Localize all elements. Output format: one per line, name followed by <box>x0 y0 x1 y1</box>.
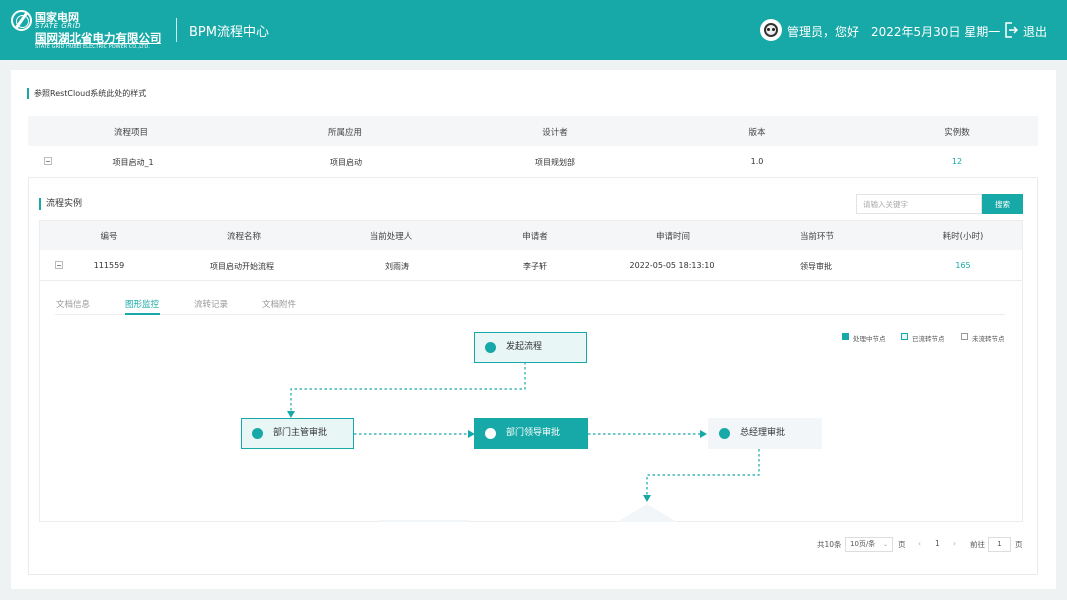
flow-node-start-label: 发起流程 <box>506 342 543 352</box>
process-item-cell: 项目启动_1 <box>112 158 154 167</box>
user-greeting: 管理员，您好 <box>787 25 860 39</box>
style-note: 参照RestCloud系统此处的样式 <box>27 88 146 99</box>
keyword-search-input[interactable] <box>856 194 982 214</box>
flow-node-dept-supervisor[interactable]: 部门主管审批 <box>241 418 354 449</box>
instance-stage-cell: 领导审批 <box>800 262 832 271</box>
process-table-header <box>28 116 1038 146</box>
flow-node-general-manager[interactable]: 总经理审批 <box>708 418 822 449</box>
instance-duration-link[interactable]: 165 <box>955 261 970 270</box>
page-size-select[interactable]: 10页/条 ⌄ <box>845 537 893 552</box>
pager-next-icon[interactable]: › <box>953 539 956 548</box>
stop-icon <box>252 428 263 439</box>
pager-prev-icon[interactable]: ‹ <box>918 539 921 548</box>
avatar-eye-right <box>772 28 775 31</box>
instance-process-name-cell: 项目启动开始流程 <box>210 262 274 271</box>
col-application: 所属应用 <box>327 128 363 138</box>
col-designer: 设计者 <box>542 128 568 138</box>
col-number: 编号 <box>100 232 118 242</box>
tab-graph-monitor[interactable]: 图形监控 <box>125 298 159 310</box>
logout-button[interactable]: 退出 <box>1023 23 1047 40</box>
instance-row-border <box>40 280 1022 281</box>
pager-page-word: 页 <box>898 540 906 549</box>
col-process-item: 流程项目 <box>113 128 149 138</box>
instance-applicant-cell: 李子轩 <box>523 262 547 271</box>
pager-current-page[interactable]: 1 <box>935 539 940 548</box>
active-tab-indicator <box>125 313 160 315</box>
instance-count-link[interactable]: 12 <box>952 157 962 166</box>
col-current-handler: 当前处理人 <box>369 232 413 242</box>
instances-title: 流程实例 <box>39 198 82 210</box>
application-cell: 项目启动 <box>330 158 362 167</box>
logo-en-1: STATE GRID <box>35 22 82 30</box>
collapse-instance-row-icon[interactable] <box>55 261 63 269</box>
header-divider <box>176 18 177 42</box>
designer-cell: 项目规划部 <box>535 158 575 167</box>
instance-apply-time-cell: 2022-05-05 18:13:10 <box>629 261 715 270</box>
chevron-down-icon: ⌄ <box>882 541 888 548</box>
tab-document-info[interactable]: 文档信息 <box>56 298 90 310</box>
play-icon <box>485 342 496 353</box>
state-grid-emblem-icon <box>11 10 32 31</box>
company-logo: 国家电网 STATE GRID 国网湖北省电力有限公司 STATE GRID H… <box>11 9 171 51</box>
legend-pending-swatch <box>961 333 968 340</box>
legend-processing: 处理中节点 <box>853 335 886 343</box>
col-process-name: 流程名称 <box>226 232 262 242</box>
system-title: BPM流程中心 <box>189 25 269 40</box>
legend-pending: 未流转节点 <box>972 335 1005 343</box>
flow-node-dept-leader-label: 部门领导审批 <box>506 428 561 438</box>
stop-icon <box>719 428 730 439</box>
logout-icon[interactable] <box>1004 22 1018 38</box>
user-avatar[interactable] <box>760 19 782 41</box>
col-instance-count: 实例数 <box>944 128 970 138</box>
legend-done: 已流转节点 <box>912 335 945 343</box>
collapse-process-row-icon[interactable] <box>44 157 52 165</box>
top-header: 国家电网 STATE GRID 国网湖北省电力有限公司 STATE GRID H… <box>0 0 1067 60</box>
instance-number-cell: 111559 <box>93 261 125 270</box>
instance-handler-cell: 刘雨涛 <box>385 262 409 271</box>
tabs-baseline <box>55 314 1005 315</box>
flow-node-start[interactable]: 发起流程 <box>474 332 587 363</box>
col-apply-time: 申请时间 <box>655 232 691 242</box>
flow-node-dept-supervisor-label: 部门主管审批 <box>273 428 328 438</box>
page-size-value: 10页/条 <box>850 540 876 548</box>
pager-goto-unit: 页 <box>1015 540 1023 549</box>
col-duration: 耗时(小时) <box>942 232 984 242</box>
legend-done-swatch <box>901 333 908 340</box>
tab-flow-record[interactable]: 流转记录 <box>194 298 228 310</box>
logo-en-2: STATE GRID HUBEI ELECTRIC POWER CO.,LTD. <box>35 44 150 50</box>
flow-node-general-manager-label: 总经理审批 <box>740 428 786 438</box>
flow-node-dept-leader[interactable]: 部门领导审批 <box>474 418 588 449</box>
col-applicant: 申请者 <box>522 232 548 242</box>
col-current-stage: 当前环节 <box>799 232 835 242</box>
search-button[interactable]: 搜索 <box>982 194 1023 214</box>
tab-document-attachment[interactable]: 文档附件 <box>262 298 296 310</box>
version-cell: 1.0 <box>750 157 764 166</box>
pager-goto-input[interactable]: 1 <box>988 537 1011 552</box>
legend-processing-swatch <box>842 333 849 340</box>
stop-icon <box>485 428 496 439</box>
col-version: 版本 <box>748 128 766 138</box>
avatar-eye-left <box>767 28 770 31</box>
process-row-border <box>28 177 1038 178</box>
current-date: 2022年5月30日 星期一 <box>871 25 1001 39</box>
pager-total: 共10条 <box>817 540 842 549</box>
pager-goto-label: 前往 <box>970 540 985 549</box>
